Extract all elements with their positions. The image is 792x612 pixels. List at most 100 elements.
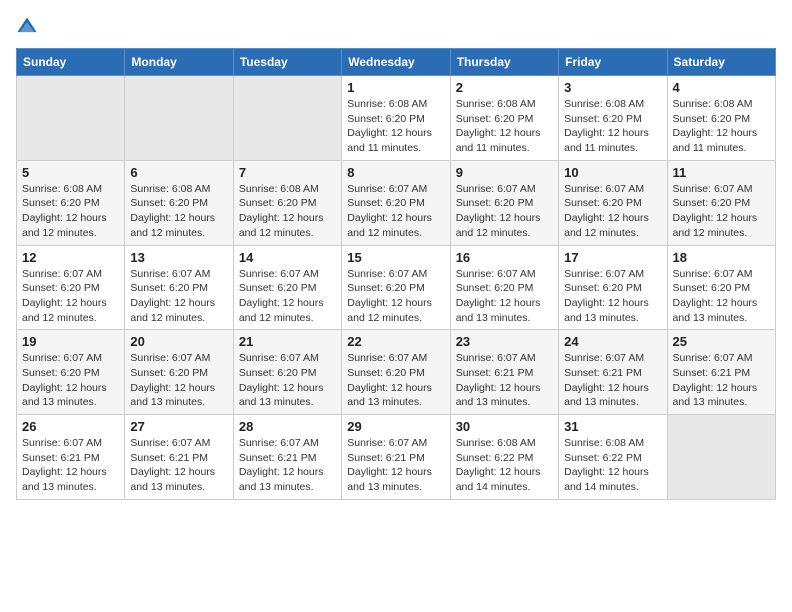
calendar-week-row: 19Sunrise: 6:07 AM Sunset: 6:20 PM Dayli… [17,330,776,415]
day-number: 13 [130,250,227,265]
weekday-header-sunday: Sunday [17,49,125,76]
day-info: Sunrise: 6:07 AM Sunset: 6:20 PM Dayligh… [130,267,227,326]
day-number: 7 [239,165,336,180]
calendar-cell: 9 Sunrise: 6:07 AM Sunset: 6:20 PM Daylig… [450,160,558,245]
calendar-table: SundayMondayTuesdayWednesdayThursdayFrid… [16,48,776,500]
calendar-cell: 2 Sunrise: 6:08 AM Sunset: 6:20 PM Daylig… [450,76,558,161]
day-info: Sunrise: 6:07 AM Sunset: 6:20 PM Dayligh… [564,182,661,241]
calendar-week-row: 1 Sunrise: 6:08 AM Sunset: 6:20 PM Daylig… [17,76,776,161]
calendar-cell: 31 Sunrise: 6:08 AM Sunset: 6:22 PM Dayli… [559,415,667,500]
weekday-header-row: SundayMondayTuesdayWednesdayThursdayFrid… [17,49,776,76]
calendar-cell: 4 Sunrise: 6:08 AM Sunset: 6:20 PM Daylig… [667,76,775,161]
weekday-header-tuesday: Tuesday [233,49,341,76]
logo [16,16,42,38]
day-number: 9 [456,165,553,180]
day-number: 10 [564,165,661,180]
weekday-header-friday: Friday [559,49,667,76]
day-info: Sunrise: 6:07 AM Sunset: 6:21 PM Dayligh… [673,351,770,410]
day-number: 26 [22,419,119,434]
day-number: 30 [456,419,553,434]
day-number: 14 [239,250,336,265]
day-info: Sunrise: 6:07 AM Sunset: 6:21 PM Dayligh… [130,436,227,495]
day-number: 3 [564,80,661,95]
calendar-cell: 13 Sunrise: 6:07 AM Sunset: 6:20 PM Dayli… [125,245,233,330]
calendar-cell: 1 Sunrise: 6:08 AM Sunset: 6:20 PM Daylig… [342,76,450,161]
calendar-cell: 15Sunrise: 6:07 AM Sunset: 6:20 PM Dayli… [342,245,450,330]
day-number: 1 [347,80,444,95]
calendar-cell: 6 Sunrise: 6:08 AM Sunset: 6:20 PM Daylig… [125,160,233,245]
day-number: 29 [347,419,444,434]
weekday-header-saturday: Saturday [667,49,775,76]
day-number: 31 [564,419,661,434]
day-number: 15 [347,250,444,265]
calendar-cell: 30 Sunrise: 6:08 AM Sunset: 6:22 PM Dayli… [450,415,558,500]
day-info: Sunrise: 6:08 AM Sunset: 6:20 PM Dayligh… [239,182,336,241]
calendar-cell: 25Sunrise: 6:07 AM Sunset: 6:21 PM Dayli… [667,330,775,415]
day-info: Sunrise: 6:07 AM Sunset: 6:20 PM Dayligh… [347,351,444,410]
calendar-cell: 22 Sunrise: 6:07 AM Sunset: 6:20 PM Dayli… [342,330,450,415]
calendar-cell: 23 Sunrise: 6:07 AM Sunset: 6:21 PM Dayli… [450,330,558,415]
day-info: Sunrise: 6:08 AM Sunset: 6:20 PM Dayligh… [130,182,227,241]
day-number: 20 [130,334,227,349]
day-info: Sunrise: 6:07 AM Sunset: 6:20 PM Dayligh… [564,267,661,326]
calendar-cell: 11 Sunrise: 6:07 AM Sunset: 6:20 PM Dayli… [667,160,775,245]
day-info: Sunrise: 6:07 AM Sunset: 6:20 PM Dayligh… [347,182,444,241]
calendar-cell: 19Sunrise: 6:07 AM Sunset: 6:20 PM Dayli… [17,330,125,415]
day-info: Sunrise: 6:07 AM Sunset: 6:20 PM Dayligh… [239,351,336,410]
day-number: 8 [347,165,444,180]
day-number: 27 [130,419,227,434]
day-info: Sunrise: 6:07 AM Sunset: 6:20 PM Dayligh… [673,182,770,241]
calendar-cell [17,76,125,161]
calendar-cell: 10 Sunrise: 6:07 AM Sunset: 6:20 PM Dayli… [559,160,667,245]
calendar-cell [667,415,775,500]
weekday-header-monday: Monday [125,49,233,76]
day-number: 4 [673,80,770,95]
day-info: Sunrise: 6:07 AM Sunset: 6:20 PM Dayligh… [22,351,119,410]
day-number: 2 [456,80,553,95]
day-number: 21 [239,334,336,349]
day-info: Sunrise: 6:07 AM Sunset: 6:20 PM Dayligh… [673,267,770,326]
logo-icon [16,16,38,38]
day-number: 24 [564,334,661,349]
day-info: Sunrise: 6:07 AM Sunset: 6:20 PM Dayligh… [130,351,227,410]
day-info: Sunrise: 6:08 AM Sunset: 6:20 PM Dayligh… [347,97,444,156]
day-info: Sunrise: 6:08 AM Sunset: 6:22 PM Dayligh… [564,436,661,495]
calendar-cell: 29 Sunrise: 6:07 AM Sunset: 6:21 PM Dayli… [342,415,450,500]
day-number: 11 [673,165,770,180]
calendar-cell [233,76,341,161]
day-info: Sunrise: 6:08 AM Sunset: 6:20 PM Dayligh… [564,97,661,156]
day-info: Sunrise: 6:07 AM Sunset: 6:21 PM Dayligh… [239,436,336,495]
day-info: Sunrise: 6:07 AM Sunset: 6:21 PM Dayligh… [347,436,444,495]
calendar-cell: 3 Sunrise: 6:08 AM Sunset: 6:20 PM Daylig… [559,76,667,161]
day-number: 12 [22,250,119,265]
calendar-cell: 27 Sunrise: 6:07 AM Sunset: 6:21 PM Dayli… [125,415,233,500]
calendar-cell: 20 Sunrise: 6:07 AM Sunset: 6:20 PM Dayli… [125,330,233,415]
day-info: Sunrise: 6:07 AM Sunset: 6:20 PM Dayligh… [456,182,553,241]
calendar-cell: 21 Sunrise: 6:07 AM Sunset: 6:20 PM Dayli… [233,330,341,415]
calendar-cell: 8 Sunrise: 6:07 AM Sunset: 6:20 PM Daylig… [342,160,450,245]
weekday-header-wednesday: Wednesday [342,49,450,76]
day-info: Sunrise: 6:08 AM Sunset: 6:20 PM Dayligh… [673,97,770,156]
calendar-week-row: 5 Sunrise: 6:08 AM Sunset: 6:20 PM Daylig… [17,160,776,245]
day-number: 5 [22,165,119,180]
day-info: Sunrise: 6:08 AM Sunset: 6:20 PM Dayligh… [456,97,553,156]
day-info: Sunrise: 6:07 AM Sunset: 6:20 PM Dayligh… [456,267,553,326]
day-info: Sunrise: 6:07 AM Sunset: 6:21 PM Dayligh… [564,351,661,410]
day-number: 6 [130,165,227,180]
day-info: Sunrise: 6:08 AM Sunset: 6:22 PM Dayligh… [456,436,553,495]
calendar-cell: 7 Sunrise: 6:08 AM Sunset: 6:20 PM Daylig… [233,160,341,245]
calendar-cell: 17 Sunrise: 6:07 AM Sunset: 6:20 PM Dayli… [559,245,667,330]
day-info: Sunrise: 6:07 AM Sunset: 6:21 PM Dayligh… [22,436,119,495]
day-number: 23 [456,334,553,349]
day-info: Sunrise: 6:07 AM Sunset: 6:21 PM Dayligh… [456,351,553,410]
day-number: 17 [564,250,661,265]
day-number: 22 [347,334,444,349]
weekday-header-thursday: Thursday [450,49,558,76]
calendar-week-row: 12 Sunrise: 6:07 AM Sunset: 6:20 PM Dayli… [17,245,776,330]
calendar-cell: 5 Sunrise: 6:08 AM Sunset: 6:20 PM Daylig… [17,160,125,245]
day-info: Sunrise: 6:08 AM Sunset: 6:20 PM Dayligh… [22,182,119,241]
day-number: 16 [456,250,553,265]
calendar-cell: 12Sunrise: 6:07 AM Sunset: 6:20 PM Dayli… [17,245,125,330]
calendar-week-row: 26 Sunrise: 6:07 AM Sunset: 6:21 PM Dayli… [17,415,776,500]
day-number: 28 [239,419,336,434]
